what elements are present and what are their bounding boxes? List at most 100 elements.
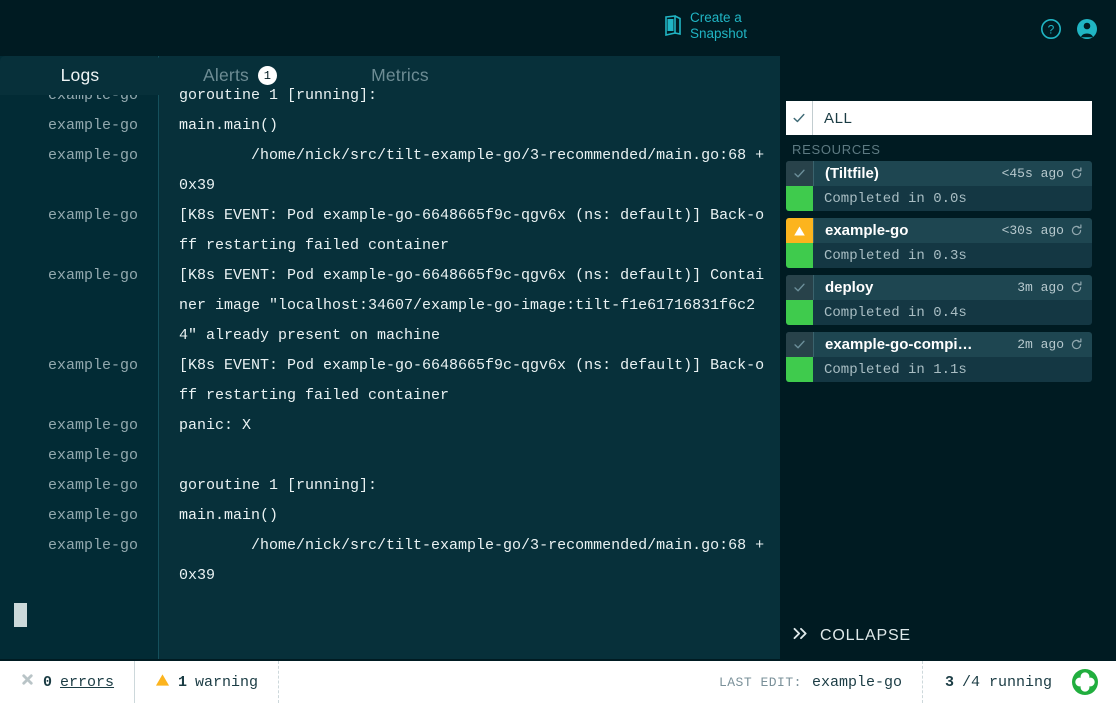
status-last-edit: LAST EDIT: example-go [699, 661, 922, 703]
resource-item-name[interactable]: deploy [813, 275, 1017, 300]
resource-item-build-message: Completed in 0.4s [824, 304, 967, 321]
log-line-source[interactable]: example-go [0, 351, 159, 381]
log-line-text: main.main() [179, 507, 279, 524]
log-line-text: [K8s EVENT: Pod example-go-6648665f9c-qg… [179, 357, 765, 404]
refresh-icon[interactable] [1070, 338, 1092, 351]
status-errors[interactable]: 0 errors [0, 661, 136, 703]
log-line-source[interactable]: example-go [0, 111, 159, 141]
resource-item[interactable]: example-go <30s ago Completed in 0.3s [786, 218, 1092, 268]
resource-item-build-message: Completed in 0.0s [824, 190, 967, 207]
resource-item-build-status[interactable]: Completed in 0.0s [786, 186, 1092, 211]
error-x-icon [20, 672, 35, 692]
account-icon[interactable] [1076, 18, 1098, 40]
resource-item-build-message: Completed in 0.3s [824, 247, 967, 264]
resource-item-build-status[interactable]: Completed in 0.3s [786, 243, 1092, 268]
resource-item-build-message: Completed in 1.1s [824, 361, 967, 378]
resource-item-name[interactable]: (Tiltfile) [813, 161, 1002, 186]
log-line: example-go goroutine 1 [running]: [0, 471, 780, 501]
warning-triangle-icon [786, 218, 813, 243]
chevron-double-right-icon [792, 627, 810, 645]
resource-item-name[interactable]: example-go [813, 218, 1002, 243]
log-line-source[interactable]: example-go [0, 471, 159, 501]
tab-metrics[interactable]: Metrics [320, 56, 480, 95]
log-line-text: [K8s EVENT: Pod example-go-6648665f9c-qg… [179, 207, 765, 254]
log-line-source[interactable]: example-go [0, 531, 159, 561]
status-bar: 0 errors 1 warning LAST EDIT: example-go… [0, 659, 1116, 703]
resource-item[interactable]: (Tiltfile) <45s ago Completed in 0.0s [786, 161, 1092, 211]
resource-filter-all-label: ALL [824, 109, 853, 127]
log-line-text: /home/nick/src/tilt-example-go/3-recomme… [179, 537, 765, 584]
resource-item-header[interactable]: example-go-compi… 2m ago [786, 332, 1092, 357]
last-edit-label: LAST EDIT: [718, 674, 802, 690]
resource-item-header[interactable]: example-go <30s ago [786, 218, 1092, 243]
check-icon [786, 101, 813, 135]
resource-item-header[interactable]: (Tiltfile) <45s ago [786, 161, 1092, 186]
log-line: example-go main.main() [0, 111, 780, 141]
refresh-icon[interactable] [1070, 281, 1092, 294]
check-icon [786, 161, 813, 186]
tab-logs-label: Logs [60, 65, 100, 85]
create-snapshot-button[interactable]: Create a Snapshot [663, 10, 752, 42]
build-status-indicator [786, 357, 813, 382]
log-line-text [159, 441, 780, 471]
refresh-icon[interactable] [1070, 167, 1092, 180]
resource-item-name[interactable]: example-go-compi… [813, 332, 1017, 357]
tab-bar: Logs Alerts 1 Metrics [0, 56, 480, 95]
resource-item-time: 3m ago [1017, 280, 1064, 295]
check-icon [786, 332, 813, 357]
resource-filter-all[interactable]: ALL [786, 101, 1092, 135]
warning-count: 1 [178, 673, 188, 691]
build-status-indicator [786, 243, 813, 268]
log-line: example-go [K8s EVENT: Pod example-go-664… [0, 261, 780, 351]
build-status-indicator [786, 186, 813, 211]
tilt-logo-icon[interactable] [1072, 661, 1116, 703]
resource-item-build-status[interactable]: Completed in 0.4s [786, 300, 1092, 325]
collapse-button[interactable]: COLLAPSE [780, 613, 1116, 659]
status-warnings[interactable]: 1 warning [135, 661, 280, 703]
tab-alerts-badge: 1 [257, 66, 277, 85]
errors-link[interactable]: errors [60, 674, 114, 691]
log-line: example-go /home/nick/src/tilt-example-g… [0, 531, 780, 591]
warning-label: warning [195, 673, 259, 691]
app-header: Create a Snapshot ? [0, 0, 1116, 56]
last-edit-value: example-go [811, 673, 902, 691]
log-scroll-area[interactable]: example-go goroutine 1 [running]: example-… [0, 81, 780, 645]
tab-alerts-label: Alerts [203, 65, 249, 85]
log-line-source[interactable]: example-go [0, 501, 159, 531]
running-count: 3 [944, 673, 954, 691]
resource-sidebar-inner: ALL RESOURCES (Tiltfile) <45s ago Complete… [780, 56, 1116, 613]
log-line-source[interactable]: example-go [0, 141, 159, 171]
app-body: example-go goroutine 1 [running]: example-… [0, 56, 1116, 659]
snapshot-icon [663, 15, 683, 37]
refresh-icon[interactable] [1070, 224, 1092, 237]
log-line-source[interactable]: example-go [0, 411, 159, 441]
header-actions: ? [1040, 18, 1098, 40]
svg-text:?: ? [1048, 23, 1055, 37]
log-pane: example-go goroutine 1 [running]: example-… [0, 56, 780, 659]
check-icon [786, 275, 813, 300]
tab-logs[interactable]: Logs [0, 56, 160, 95]
tab-metrics-label: Metrics [371, 65, 429, 85]
log-line: example-go [K8s EVENT: Pod example-go-664… [0, 351, 780, 411]
running-total: /4 running [961, 673, 1052, 691]
log-line: example-go [0, 441, 780, 471]
log-line-source[interactable]: example-go [0, 261, 159, 291]
log-line-text: goroutine 1 [running]: [179, 477, 378, 494]
resource-item-time: 2m ago [1017, 337, 1064, 352]
error-count: 0 [43, 673, 53, 691]
resource-item[interactable]: deploy 3m ago Completed in 0.4s [786, 275, 1092, 325]
status-spacer [279, 661, 699, 703]
log-line-source[interactable]: example-go [0, 441, 159, 471]
build-status-indicator [786, 300, 813, 325]
tilt-app: Create a Snapshot ? Logs Alerts 1 Metric… [0, 0, 1116, 703]
resource-item-build-status[interactable]: Completed in 1.1s [786, 357, 1092, 382]
resource-list: (Tiltfile) <45s ago Completed in 0.0s examp… [786, 161, 1092, 382]
tab-alerts[interactable]: Alerts 1 [160, 56, 320, 95]
log-line-source[interactable]: example-go [0, 201, 159, 231]
resource-item-time: <30s ago [1001, 223, 1064, 238]
resource-item-header[interactable]: deploy 3m ago [786, 275, 1092, 300]
resource-item[interactable]: example-go-compi… 2m ago Completed in 1.1s [786, 332, 1092, 382]
help-icon[interactable]: ? [1040, 18, 1062, 40]
resource-sidebar: ALL RESOURCES (Tiltfile) <45s ago Complete… [780, 56, 1116, 659]
log-line: example-go [K8s EVENT: Pod example-go-664… [0, 201, 780, 261]
